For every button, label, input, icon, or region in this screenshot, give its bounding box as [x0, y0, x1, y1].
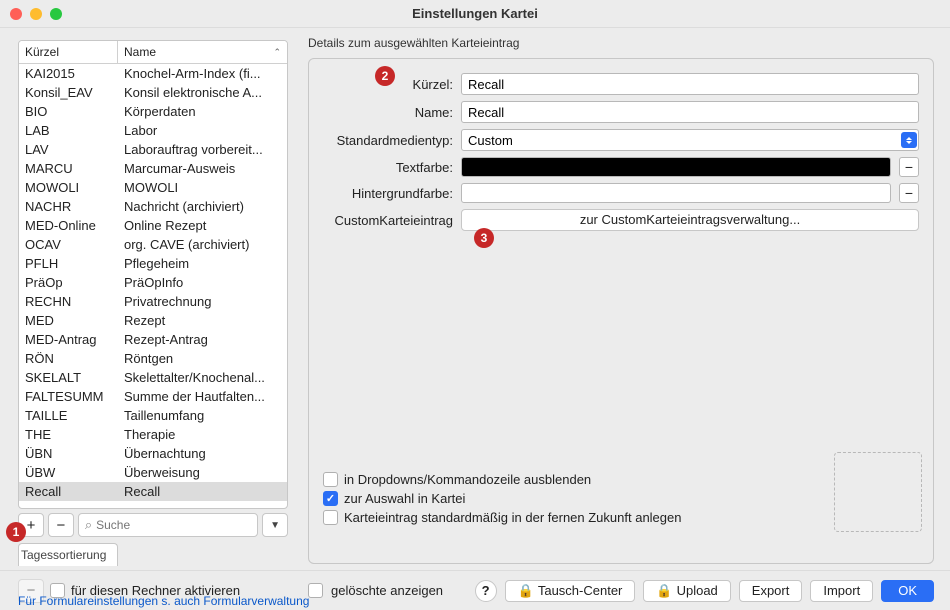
search-icon: ⌕	[85, 517, 92, 533]
zukunft-checkbox-label: Karteieintrag standardmäßig in der ferne…	[344, 510, 681, 525]
table-row[interactable]: MOWOLIMOWOLI	[19, 178, 287, 197]
table-row[interactable]: MARCUMarcumar-Ausweis	[19, 159, 287, 178]
table-row[interactable]: RÖNRöntgen	[19, 349, 287, 368]
custom-kartei-link-button[interactable]: zur CustomKarteieintragsverwaltung...	[461, 209, 919, 231]
search-input[interactable]	[96, 518, 251, 532]
table-row[interactable]: TAILLETaillenumfang	[19, 406, 287, 425]
zukunft-checkbox[interactable]	[323, 510, 338, 525]
table-row[interactable]: RECHNPrivatrechnung	[19, 292, 287, 311]
ok-button[interactable]: OK	[881, 580, 934, 602]
table-row[interactable]: FALTESUMMSumme der Hautfalten...	[19, 387, 287, 406]
table-row[interactable]: LABLabor	[19, 121, 287, 140]
medientyp-select[interactable]	[461, 129, 919, 151]
label-customkartei: CustomKarteieintrag	[323, 213, 453, 228]
lock-icon: 🔒	[518, 583, 534, 599]
callout-2: 2	[375, 66, 395, 86]
table-row[interactable]: LAVLaborauftrag vorbereit...	[19, 140, 287, 159]
import-button[interactable]: Import	[810, 580, 873, 602]
table-row[interactable]: THETherapie	[19, 425, 287, 444]
callout-3: 3	[474, 228, 494, 248]
chevron-down-icon: ▼	[270, 520, 280, 531]
table-row[interactable]: ÜBWÜberweisung	[19, 463, 287, 482]
titlebar: Einstellungen Kartei	[0, 0, 950, 28]
kuerzel-input[interactable]	[461, 73, 919, 95]
export-button[interactable]: Export	[739, 580, 803, 602]
auswahl-checkbox-label: zur Auswahl in Kartei	[344, 491, 465, 506]
window-title: Einstellungen Kartei	[10, 6, 940, 21]
table-row[interactable]: NACHRNachricht (archiviert)	[19, 197, 287, 216]
auswahl-checkbox[interactable]	[323, 491, 338, 506]
remove-button[interactable]: −	[48, 513, 74, 537]
formular-link[interactable]: Für Formulareinstellungen s. auch Formul…	[18, 594, 309, 608]
label-textfarbe: Textfarbe:	[323, 160, 453, 175]
upload-button[interactable]: 🔒Upload	[643, 580, 730, 602]
table-row[interactable]: PräOpPräOpInfo	[19, 273, 287, 292]
table-row[interactable]: Konsil_EAVKonsil elektronische A...	[19, 83, 287, 102]
table-row[interactable]: OCAVorg. CAVE (archiviert)	[19, 235, 287, 254]
textfarbe-clear-button[interactable]: −	[899, 157, 919, 177]
details-header: Details zum ausgewählten Karteieintrag	[308, 36, 934, 50]
lock-icon: 🔒	[656, 583, 672, 599]
table-row[interactable]: PFLHPflegeheim	[19, 254, 287, 273]
table-row[interactable]: RecallRecall	[19, 482, 287, 501]
zoom-window-button[interactable]	[50, 8, 62, 20]
preview-box	[834, 452, 922, 532]
table-row[interactable]: ÜBNÜbernachtung	[19, 444, 287, 463]
textfarbe-swatch[interactable]	[461, 157, 891, 177]
geloeschte-checkbox-label: gelöschte anzeigen	[331, 583, 443, 598]
help-button[interactable]: ?	[475, 580, 497, 602]
close-window-button[interactable]	[10, 8, 22, 20]
label-hintergrundfarbe: Hintergrundfarbe:	[323, 186, 453, 201]
table-row[interactable]: SKELALTSkelettalter/Knochenal...	[19, 368, 287, 387]
table-row[interactable]: KAI2015Knochel-Arm-Index (fi...	[19, 64, 287, 83]
hide-checkbox[interactable]	[323, 472, 338, 487]
table-row[interactable]: MED-OnlineOnline Rezept	[19, 216, 287, 235]
table-row[interactable]: BIOKörperdaten	[19, 102, 287, 121]
tausch-center-button[interactable]: 🔒Tausch-Center	[505, 580, 636, 602]
filter-dropdown-button[interactable]: ▼	[262, 513, 288, 537]
column-kuerzel[interactable]: Kürzel	[19, 41, 118, 63]
name-input[interactable]	[461, 101, 919, 123]
column-name[interactable]: Name⌃	[118, 41, 287, 63]
label-medientyp: Standardmedientyp:	[323, 133, 453, 148]
label-name: Name:	[323, 105, 453, 120]
search-field[interactable]: ⌕	[78, 513, 258, 537]
callout-1: 1	[6, 522, 26, 542]
entry-table: Kürzel Name⌃ KAI2015Knochel-Arm-Index (f…	[18, 40, 288, 509]
sort-indicator-icon: ⌃	[273, 47, 281, 58]
table-row[interactable]: MEDRezept	[19, 311, 287, 330]
geloeschte-checkbox[interactable]	[308, 583, 323, 598]
table-row[interactable]: MED-AntragRezept-Antrag	[19, 330, 287, 349]
hintergrundfarbe-clear-button[interactable]: −	[899, 183, 919, 203]
hintergrundfarbe-swatch[interactable]	[461, 183, 891, 203]
hide-checkbox-label: in Dropdowns/Kommandozeile ausblenden	[344, 472, 591, 487]
sidebar: Kürzel Name⌃ KAI2015Knochel-Arm-Index (f…	[0, 28, 298, 570]
minimize-window-button[interactable]	[30, 8, 42, 20]
tagessortierung-label: Tagessortierung	[18, 543, 118, 566]
